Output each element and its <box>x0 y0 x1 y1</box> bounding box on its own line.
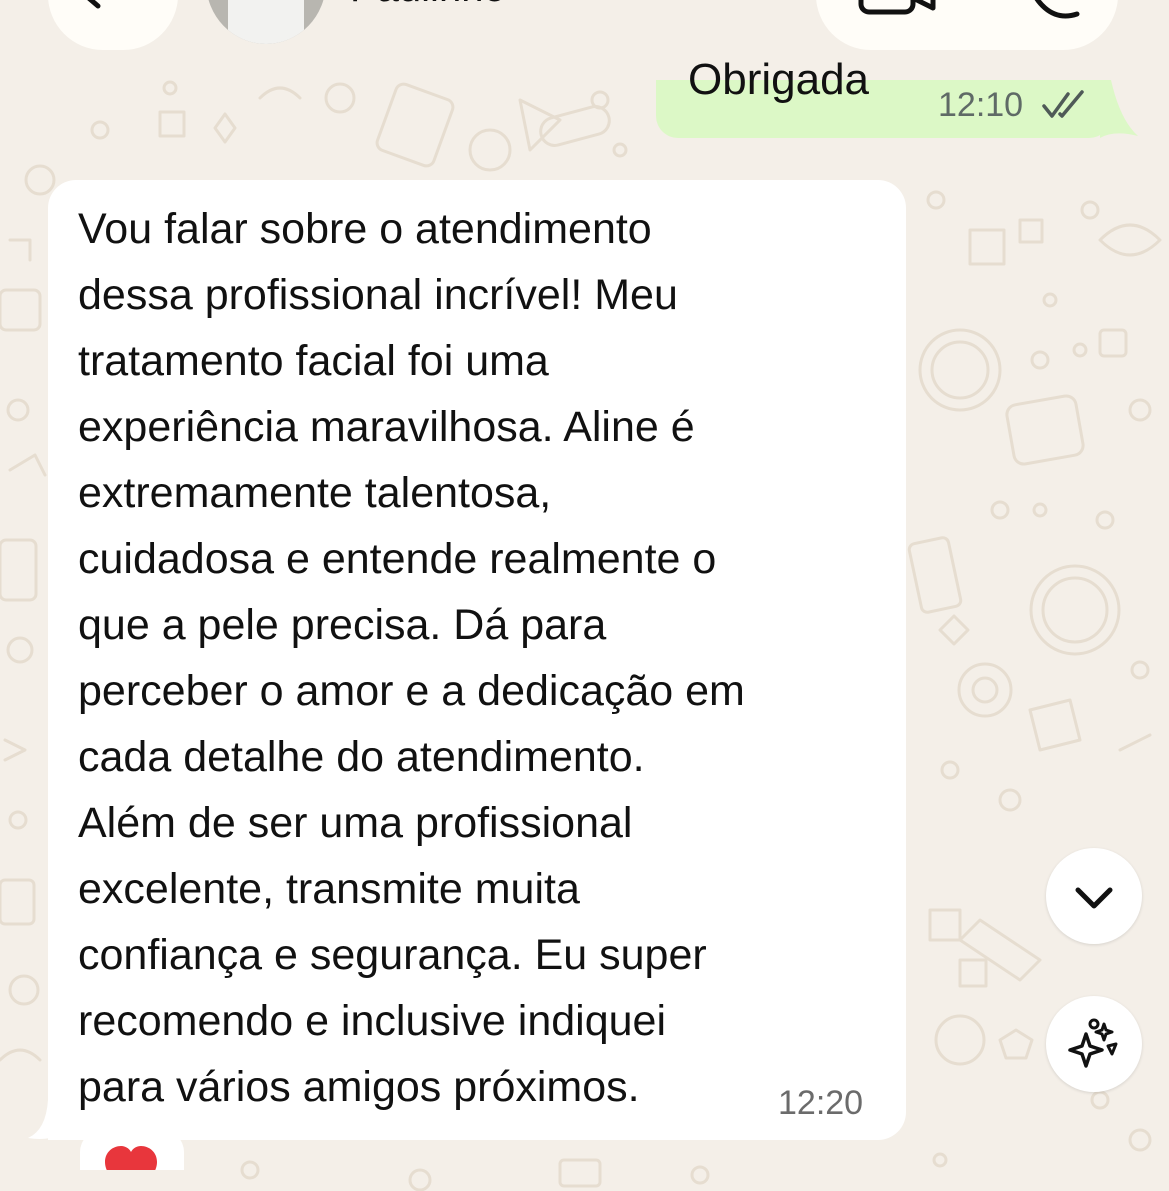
message-line: Além de ser uma profissional <box>78 799 633 847</box>
message-line: experiência maravilhosa. Aline é <box>78 403 695 451</box>
message-line: excelente, transmite muita <box>78 865 580 913</box>
video-camera-icon[interactable] <box>857 0 937 20</box>
contact-name[interactable]: Paulinho <box>350 0 506 11</box>
chevron-down-icon <box>1075 887 1113 909</box>
bubble-tail <box>1100 80 1138 138</box>
bubble-tail <box>28 1100 66 1139</box>
outgoing-message-time: 12:10 <box>938 86 1024 124</box>
message-line: tratamento facial foi uma <box>78 337 549 385</box>
ai-assistant-button[interactable] <box>1046 996 1142 1092</box>
incoming-message-text: Vou falar sobre o atendimento dessa prof… <box>78 196 888 1120</box>
back-arrow-icon[interactable] <box>80 0 140 12</box>
message-line: extremamente talentosa, <box>78 469 552 517</box>
heart-icon[interactable] <box>103 1140 159 1170</box>
message-line: perceber o amor e a dedicação em <box>78 667 745 715</box>
message-line: dessa profissional incrível! Meu <box>78 271 678 319</box>
phone-icon[interactable] <box>1025 0 1085 20</box>
double-check-icon <box>1042 90 1084 118</box>
message-line: para vários amigos próximos. <box>78 1063 640 1111</box>
outgoing-message-text: Obrigada <box>688 55 870 104</box>
message-line: recomendo e inclusive indiquei <box>78 997 667 1045</box>
message-line: Vou falar sobre o atendimento <box>78 205 652 253</box>
message-line: cada detalhe do atendimento. <box>78 733 645 781</box>
message-line: cuidadosa e entende realmente o <box>78 535 717 583</box>
message-line: confiança e segurança. Eu super <box>78 931 707 979</box>
scroll-down-button[interactable] <box>1046 848 1142 944</box>
incoming-message-time: 12:20 <box>778 1084 864 1122</box>
sparkles-icon <box>1068 1018 1118 1068</box>
message-line: que a pele precisa. Dá para <box>78 601 607 649</box>
